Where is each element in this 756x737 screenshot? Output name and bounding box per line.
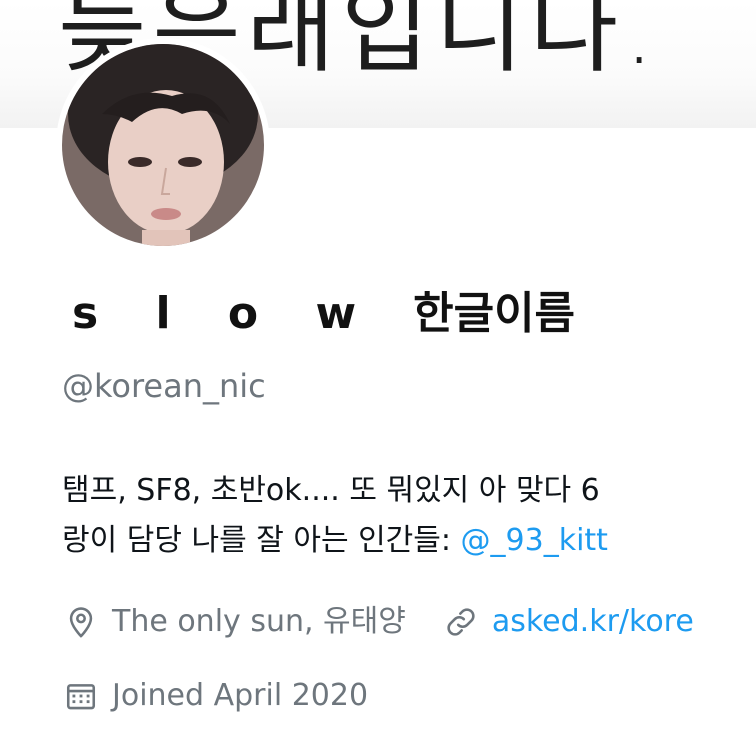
- website-item[interactable]: asked.kr/kore: [442, 598, 694, 646]
- avatar-photo: [62, 44, 264, 246]
- bio-line-1: 탬프, SF8, 초반ok.... 또 뭐있지 아 맞다 6: [62, 473, 600, 508]
- username-handle: @korean_nic: [62, 367, 266, 405]
- calendar-icon: [62, 677, 100, 715]
- profile-page: 늦은래입니다. s l o w 한글이름 @korean_nic 탬프, SF8…: [0, 0, 756, 737]
- location-item: The only sun, 유태양: [62, 598, 406, 646]
- joined-row: Joined April 2020: [62, 672, 368, 720]
- location-pin-icon: [62, 603, 100, 641]
- display-name-latin: s l o w: [72, 288, 378, 339]
- bio-mention-link[interactable]: @_93_kitt: [461, 523, 608, 558]
- bio-line-2: 랑이 담당 나를 잘 아는 인간들: @_93_kitt: [62, 516, 756, 566]
- avatar[interactable]: [56, 38, 270, 252]
- display-name-korean: 한글이름: [413, 288, 576, 339]
- profile-meta-row: The only sun, 유태양 asked.kr/kore: [62, 598, 694, 646]
- joined-date: Joined April 2020: [112, 678, 369, 713]
- website-link[interactable]: asked.kr/kore: [492, 598, 694, 646]
- link-icon: [442, 603, 480, 641]
- profile-bio: 탬프, SF8, 초반ok.... 또 뭐있지 아 맞다 6 랑이 담당 나를 …: [62, 466, 756, 566]
- display-name: s l o w 한글이름: [72, 282, 575, 346]
- location-text: The only sun, 유태양: [112, 604, 406, 639]
- bio-line-2-text: 랑이 담당 나를 잘 아는 인간들:: [62, 523, 461, 558]
